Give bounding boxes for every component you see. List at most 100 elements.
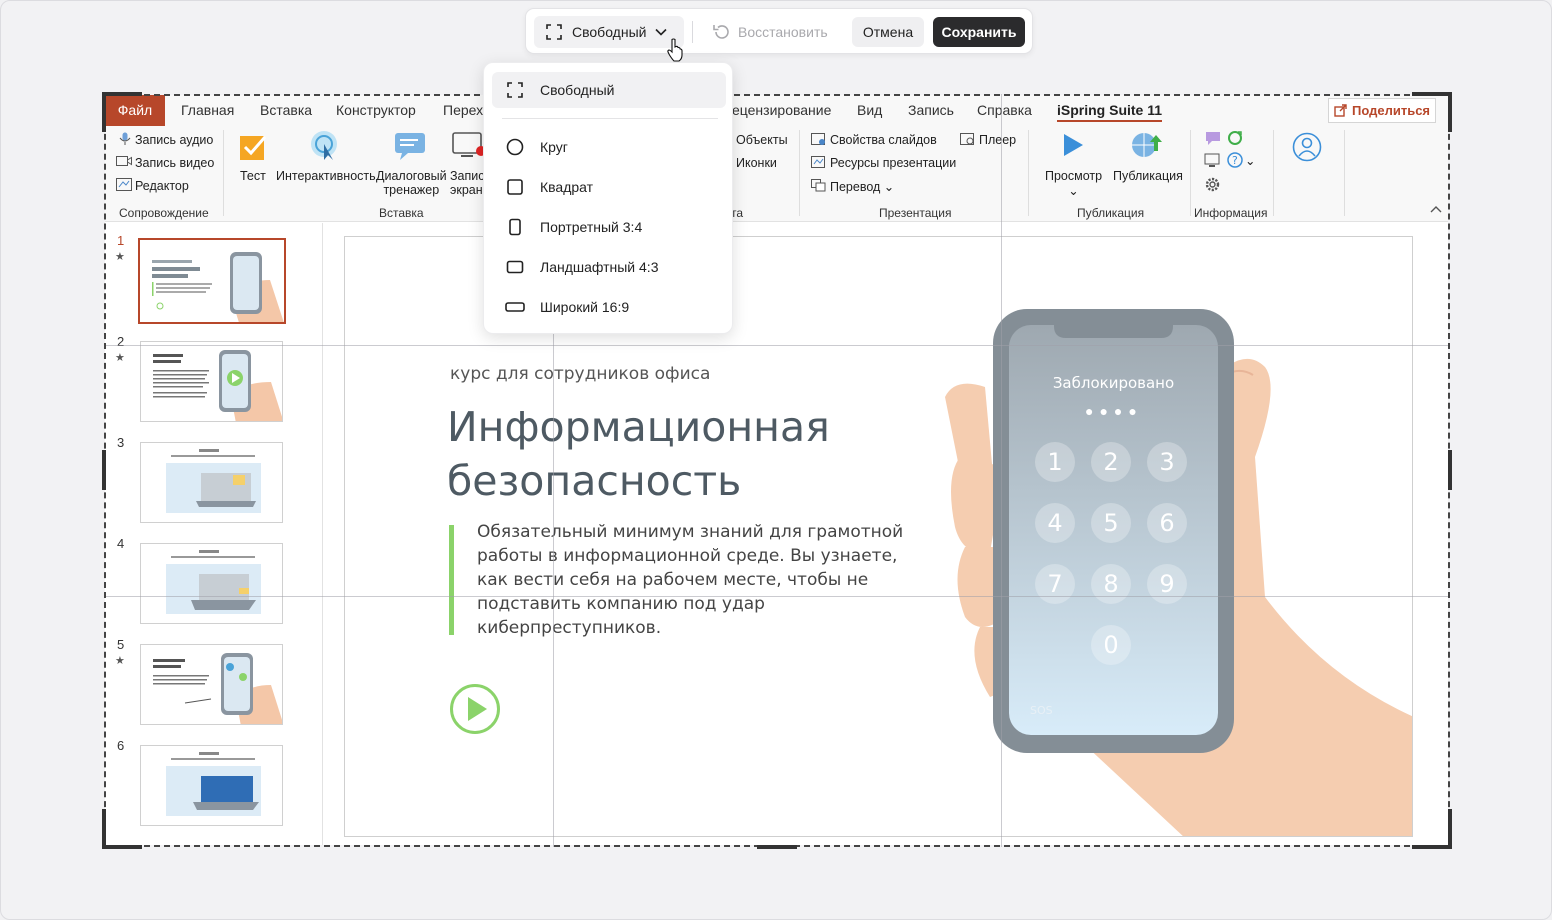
keypad-key: 4 bbox=[1035, 503, 1075, 543]
tab-view[interactable]: Вид bbox=[857, 95, 882, 126]
microphone-icon bbox=[119, 132, 131, 145]
help-chevron-icon[interactable]: ⌄ bbox=[1245, 153, 1255, 168]
keypad-key: 3 bbox=[1147, 442, 1187, 482]
menu-separator bbox=[502, 118, 718, 119]
test-button[interactable] bbox=[238, 132, 268, 167]
refresh-icon[interactable] bbox=[1227, 130, 1243, 146]
icons-button[interactable]: Иконки bbox=[736, 156, 777, 170]
crop-handle-left[interactable] bbox=[102, 450, 106, 490]
dialog-simulator-button[interactable] bbox=[394, 131, 428, 166]
keypad-key: 1 bbox=[1035, 442, 1075, 482]
dialog-simulator-icon bbox=[395, 133, 425, 160]
chat-icon[interactable] bbox=[1204, 130, 1222, 146]
crop-toolbar: Свободный Восстановить Отмена Сохранить bbox=[525, 8, 1033, 54]
crop-handle-bottom-left[interactable] bbox=[102, 845, 142, 849]
powerpoint-window: Файл Главная Вставка Конструктор Перехо … bbox=[105, 95, 1448, 845]
crop-handle-top-right[interactable] bbox=[1448, 92, 1452, 132]
save-button[interactable]: Сохранить bbox=[933, 17, 1025, 47]
wide-icon bbox=[505, 302, 525, 312]
record-audio-button[interactable]: Запись аудио bbox=[135, 133, 213, 147]
crop-handle-top-right[interactable] bbox=[1412, 92, 1452, 96]
menu-item-portrait[interactable]: Портретный 3:4 bbox=[492, 209, 726, 245]
crop-mode-label: Свободный bbox=[572, 24, 647, 40]
animation-star-icon: ★ bbox=[115, 251, 125, 263]
thumb-preview bbox=[152, 252, 284, 322]
group-accompaniment-label: Сопровождение bbox=[119, 206, 209, 220]
thumb-preview bbox=[166, 752, 261, 816]
slide-title: Информационная безопасность bbox=[447, 403, 830, 505]
cancel-button[interactable]: Отмена bbox=[852, 17, 924, 47]
crop-guide-line bbox=[104, 345, 1450, 346]
collapse-ribbon-icon[interactable] bbox=[1430, 205, 1442, 213]
share-icon bbox=[1334, 104, 1347, 117]
objects-button[interactable]: Объекты bbox=[736, 133, 788, 147]
dialog-simulator-label: Диалоговый тренажер bbox=[376, 169, 447, 197]
thumb-number: 3 bbox=[117, 435, 125, 450]
tab-record[interactable]: Запись bbox=[908, 95, 954, 126]
preview-button[interactable] bbox=[1061, 132, 1085, 163]
publish-button[interactable] bbox=[1130, 129, 1164, 166]
thumb-number: 5 bbox=[117, 637, 125, 652]
thumb-preview bbox=[166, 550, 261, 614]
slide-thumbnail-6[interactable] bbox=[140, 745, 283, 826]
tab-help[interactable]: Справка bbox=[977, 95, 1032, 126]
tab-insert[interactable]: Вставка bbox=[260, 95, 312, 126]
presentation-resources-button[interactable]: Ресурсы презентации bbox=[830, 156, 956, 170]
publish-label: Публикация bbox=[1113, 169, 1183, 183]
share-button[interactable]: Поделиться bbox=[1328, 98, 1436, 123]
tab-design[interactable]: Конструктор bbox=[336, 95, 416, 126]
ribbon-separator bbox=[223, 130, 224, 216]
accent-bar bbox=[449, 525, 454, 635]
slide-thumbnail-4[interactable] bbox=[140, 543, 283, 624]
menu-item-circle[interactable]: Круг bbox=[492, 129, 726, 165]
tab-ispring[interactable]: iSpring Suite 11 bbox=[1057, 95, 1163, 122]
slide-properties-button[interactable]: Свойства слайдов bbox=[830, 133, 937, 147]
monitor-icon[interactable] bbox=[1204, 153, 1220, 168]
slide-thumbnail-2[interactable] bbox=[140, 341, 283, 422]
crop-handle-bottom-left[interactable] bbox=[102, 809, 106, 849]
slide-thumbnail-1[interactable] bbox=[138, 238, 286, 324]
keypad-key: 7 bbox=[1035, 564, 1075, 604]
menu-item-wide[interactable]: Широкий 16:9 bbox=[492, 289, 726, 325]
crop-handle-top-left[interactable] bbox=[102, 92, 106, 132]
slide-thumbnail-3[interactable] bbox=[140, 442, 283, 523]
player-icon bbox=[960, 133, 974, 145]
undo-icon bbox=[713, 25, 729, 39]
tab-file[interactable]: Файл bbox=[105, 95, 165, 126]
phone-locked-label: Заблокировано bbox=[1052, 374, 1175, 392]
crop-handle-bottom[interactable] bbox=[757, 845, 797, 849]
video-camera-icon bbox=[116, 156, 132, 166]
group-publish-label: Публикация bbox=[1077, 206, 1145, 220]
thumb-preview bbox=[166, 449, 261, 513]
tab-review[interactable]: ецензирование bbox=[732, 95, 831, 126]
record-video-button[interactable]: Запись видео bbox=[135, 156, 214, 170]
interactivity-button[interactable] bbox=[309, 130, 341, 167]
help-dropdown[interactable]: ? bbox=[1227, 152, 1243, 171]
screen-record-button[interactable] bbox=[451, 131, 487, 166]
account-avatar-icon[interactable] bbox=[1292, 132, 1322, 162]
menu-item-free[interactable]: Свободный bbox=[492, 72, 726, 108]
crop-handle-right[interactable] bbox=[1448, 450, 1452, 490]
restore-button[interactable]: Восстановить bbox=[712, 16, 828, 48]
portrait-icon bbox=[509, 218, 521, 236]
crop-handle-bottom-right[interactable] bbox=[1448, 809, 1452, 849]
crop-handle-top-left[interactable] bbox=[102, 92, 142, 96]
gear-icon[interactable] bbox=[1204, 176, 1221, 193]
editor-button[interactable]: Редактор bbox=[135, 179, 189, 193]
tab-home[interactable]: Главная bbox=[181, 95, 234, 126]
keypad-key: 0 bbox=[1091, 625, 1131, 665]
menu-item-landscape[interactable]: Ландшафтный 4:3 bbox=[492, 249, 726, 285]
crop-mode-menu: Свободный Круг Квадрат Портретный 3:4 Ла… bbox=[483, 62, 733, 334]
slide-thumbnail-5[interactable] bbox=[140, 644, 283, 725]
menu-item-label: Портретный 3:4 bbox=[540, 219, 643, 235]
player-button[interactable]: Плеер bbox=[979, 133, 1016, 147]
test-label: Тест bbox=[240, 169, 266, 183]
circle-icon bbox=[506, 138, 524, 156]
play-button-icon[interactable] bbox=[449, 683, 501, 735]
menu-item-square[interactable]: Квадрат bbox=[492, 169, 726, 205]
translate-button[interactable]: Перевод ⌄ bbox=[830, 179, 894, 194]
preview-label: Просмотр ⌄ bbox=[1045, 169, 1103, 198]
crop-mode-dropdown[interactable]: Свободный bbox=[534, 16, 684, 48]
interactivity-label: Интерактивность bbox=[276, 169, 376, 183]
crop-handle-bottom-right[interactable] bbox=[1412, 845, 1452, 849]
